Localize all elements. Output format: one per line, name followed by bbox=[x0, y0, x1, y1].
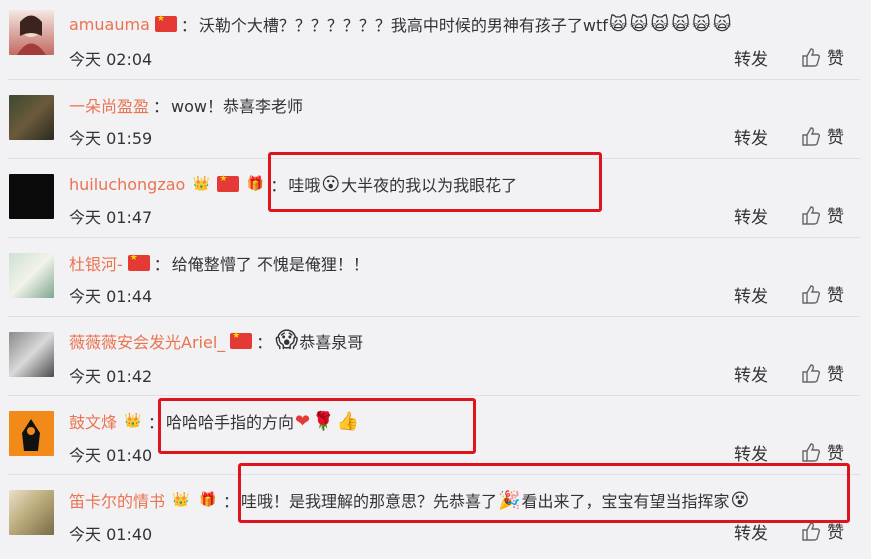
thumbs-up-icon bbox=[802, 284, 821, 304]
repost-button[interactable]: 转发 bbox=[734, 282, 768, 307]
gift-badge-icon: 🎁 bbox=[199, 492, 217, 508]
comment-text: wow！恭喜李老师 bbox=[171, 97, 303, 116]
avatar[interactable] bbox=[9, 411, 54, 456]
timestamp: 今天 01:42 bbox=[69, 367, 153, 386]
vip-badge-icon: 👑 bbox=[124, 413, 142, 429]
colon: ： bbox=[180, 16, 197, 35]
thumbs-up-icon bbox=[802, 521, 821, 541]
cat-emoji-icon: 🙀 bbox=[629, 13, 649, 35]
flag-icon bbox=[154, 14, 177, 32]
comment-line: 杜银河- ： 给俺整懵了 不愧是俺狸！！ bbox=[69, 251, 369, 275]
colon: ： bbox=[256, 332, 273, 352]
cat-emoji-icon: 🙀 bbox=[650, 13, 670, 35]
avatar[interactable] bbox=[9, 95, 54, 140]
username[interactable]: 一朵尚盈盈 bbox=[69, 93, 149, 117]
thumbs-up-icon bbox=[802, 205, 821, 225]
timestamp: 今天 02:04 bbox=[69, 50, 153, 69]
scream-emoji-icon: 😱 bbox=[275, 328, 299, 353]
username[interactable]: 鼓文烽 bbox=[69, 409, 117, 433]
timestamp: 今天 01:47 bbox=[69, 208, 153, 227]
like-label: 赞 bbox=[827, 444, 844, 464]
like-button[interactable]: 赞 bbox=[801, 44, 844, 69]
flag-icon bbox=[230, 331, 253, 349]
like-button[interactable]: 赞 bbox=[801, 123, 844, 148]
highlight-box bbox=[238, 463, 850, 523]
flag-icon bbox=[127, 253, 150, 271]
highlight-box bbox=[158, 398, 476, 454]
timestamp: 今天 01:40 bbox=[69, 446, 153, 465]
avatar[interactable] bbox=[9, 174, 54, 219]
like-label: 赞 bbox=[827, 128, 844, 148]
like-label: 赞 bbox=[827, 286, 844, 306]
repost-button[interactable]: 转发 bbox=[734, 124, 768, 149]
username[interactable]: amuauma bbox=[69, 15, 150, 34]
repost-button[interactable]: 转发 bbox=[734, 203, 768, 228]
repost-button[interactable]: 转发 bbox=[734, 361, 768, 386]
like-label: 赞 bbox=[827, 365, 844, 385]
comment-line: 一朵尚盈盈 ： wow！恭喜李老师 bbox=[69, 93, 303, 117]
avatar[interactable] bbox=[9, 332, 54, 377]
comment-row: 杜银河- ： 给俺整懵了 不愧是俺狸！！ 今天 01:44 转发 赞 bbox=[0, 237, 871, 316]
like-button[interactable]: 赞 bbox=[801, 360, 844, 385]
colon: ： bbox=[223, 492, 240, 511]
comment-row: 一朵尚盈盈 ： wow！恭喜李老师 今天 01:59 转发 赞 bbox=[0, 79, 871, 158]
thumbs-up-icon bbox=[802, 442, 821, 462]
comment-line: 薇薇薇安会发光Ariel_ ： 😱 恭喜泉哥 bbox=[69, 328, 363, 353]
avatar[interactable] bbox=[9, 490, 54, 535]
gift-badge-icon: 🎁 bbox=[246, 176, 265, 192]
vip-badge-icon: 👑 bbox=[192, 176, 211, 192]
vip-badge-icon: 👑 bbox=[172, 492, 190, 508]
thumbs-up-icon bbox=[802, 126, 821, 146]
flag-icon bbox=[217, 174, 240, 192]
username[interactable]: 笛卡尔的情书 bbox=[69, 488, 165, 512]
comment-row: 薇薇薇安会发光Ariel_ ： 😱 恭喜泉哥 今天 01:42 转发 赞 bbox=[0, 316, 871, 395]
username[interactable]: huiluchongzao bbox=[69, 175, 185, 194]
avatar[interactable] bbox=[9, 10, 54, 55]
like-button[interactable]: 赞 bbox=[801, 439, 844, 464]
comment-text: 沃勒个大槽？？？？？？？我高中时候的男神有孩子了wtf bbox=[198, 16, 608, 35]
comment-row: amuauma ： 沃勒个大槽？？？？？？？我高中时候的男神有孩子了wtf 🙀🙀… bbox=[0, 0, 871, 79]
thumbs-up-icon bbox=[802, 47, 821, 67]
cat-emoji-icon: 🙀 bbox=[671, 13, 690, 35]
comment-text: 恭喜泉哥 bbox=[299, 332, 364, 352]
colon: ： bbox=[153, 97, 170, 116]
username[interactable]: 杜银河- bbox=[69, 251, 123, 275]
repost-button[interactable]: 转发 bbox=[734, 45, 768, 70]
colon: ： bbox=[153, 255, 170, 274]
like-button[interactable]: 赞 bbox=[801, 281, 844, 306]
highlight-box bbox=[268, 152, 602, 212]
thumbs-up-icon bbox=[802, 363, 821, 383]
comment-text: 给俺整懵了 不愧是俺狸！！ bbox=[171, 255, 369, 274]
repost-button[interactable]: 转发 bbox=[734, 440, 768, 465]
comment-line: amuauma ： 沃勒个大槽？？？？？？？我高中时候的男神有孩子了wtf 🙀🙀… bbox=[69, 12, 732, 36]
cat-emoji-icon: 🙀 bbox=[712, 13, 732, 35]
avatar[interactable] bbox=[9, 253, 54, 298]
username[interactable]: 薇薇薇安会发光Ariel_ bbox=[69, 329, 225, 353]
like-button[interactable]: 赞 bbox=[801, 202, 844, 227]
cat-emoji-icon: 🙀 bbox=[608, 13, 628, 35]
timestamp: 今天 01:59 bbox=[69, 129, 153, 148]
like-label: 赞 bbox=[827, 207, 844, 227]
timestamp: 今天 01:40 bbox=[69, 525, 153, 544]
cat-emoji-icon: 🙀 bbox=[691, 13, 711, 35]
like-label: 赞 bbox=[827, 49, 844, 69]
timestamp: 今天 01:44 bbox=[69, 287, 153, 306]
